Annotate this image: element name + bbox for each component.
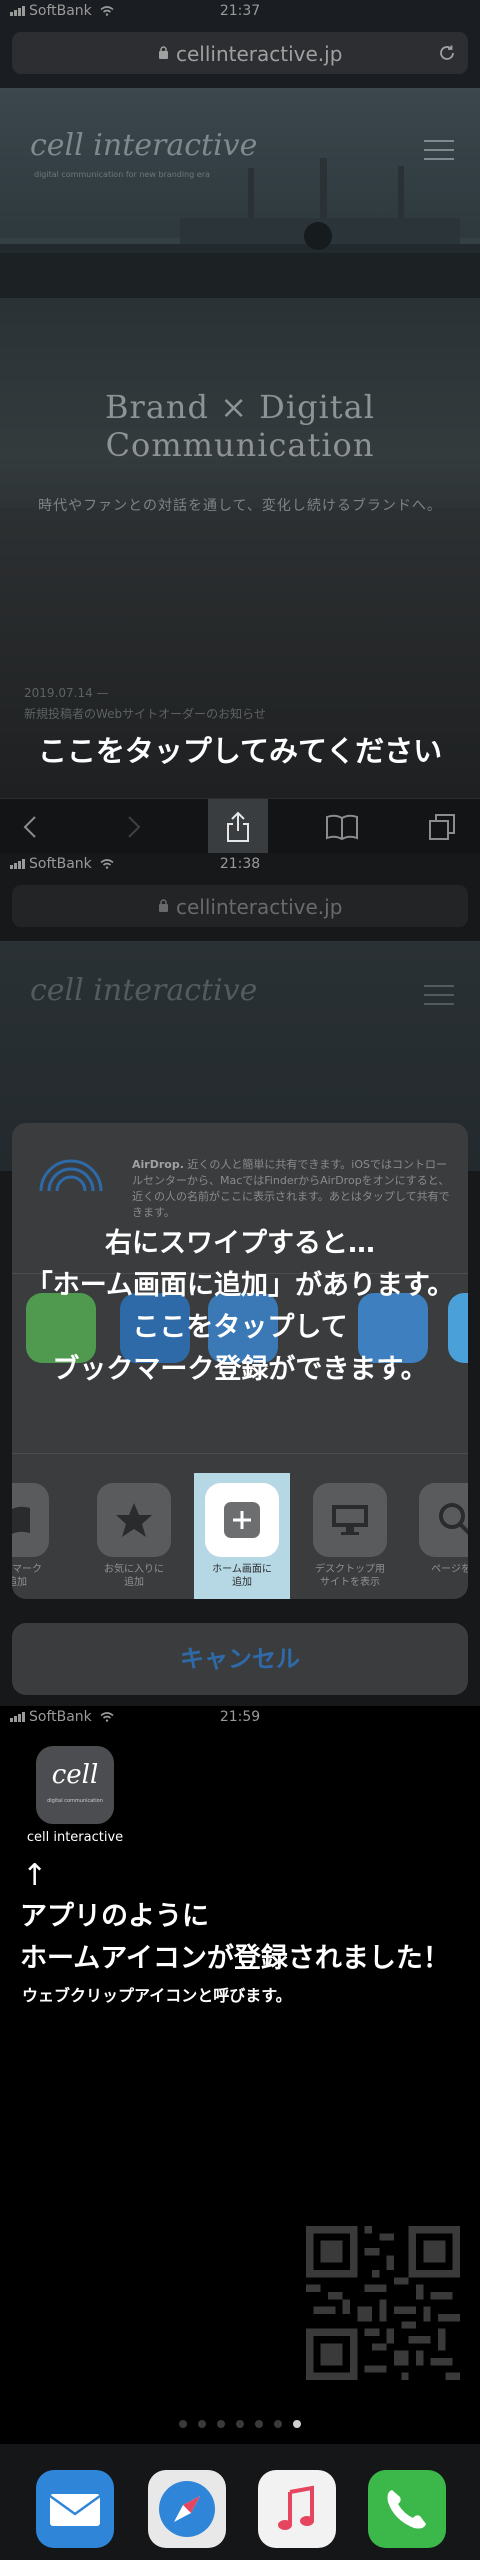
status-time: 21:37: [219, 3, 261, 19]
result-subcaption: ウェブクリップアイコンと呼びます。: [22, 1986, 292, 2005]
dock: [0, 2444, 480, 2560]
browser-screenshot-1: SoftBank 21:37 cellinteractive.jp cell i…: [0, 0, 480, 853]
desktop-icon: [332, 1505, 368, 1535]
find-on-page-action[interactable]: ページを検: [408, 1483, 468, 1576]
hero-headline: Brand × Digital Communication: [105, 388, 375, 464]
action-label: デスクトップ用 サイトを表示: [315, 1564, 385, 1588]
back-button[interactable]: [0, 799, 60, 853]
webclip-app-icon[interactable]: cell digital communication: [36, 1746, 114, 1824]
lock-icon: [159, 899, 168, 912]
airdrop-description: AirDrop. 近くの人と簡単に共有できます。iOSではコントロールセンターか…: [132, 1158, 450, 1219]
music-app-icon[interactable]: [258, 2470, 336, 2548]
phone-icon: [387, 2490, 426, 2529]
address-bar[interactable]: cellinteractive.jp: [12, 32, 468, 74]
swipe-hint-caption: 右にスワイプすると… 「ホーム画面に追加」があります。 ここをタップして ブック…: [25, 1228, 455, 1385]
book-icon: [12, 1506, 30, 1534]
chevron-right-icon: [128, 815, 141, 838]
share-button[interactable]: [208, 799, 268, 853]
action-label: お気に入りに 追加: [104, 1564, 164, 1588]
qr-code-image: [306, 2226, 460, 2380]
tabs-button[interactable]: [412, 799, 472, 853]
site-logo: cell interactive: [30, 973, 258, 1008]
status-time: 21:38: [219, 856, 261, 872]
url-text: cellinteractive.jp: [176, 895, 343, 919]
compass-icon: [159, 2481, 215, 2537]
webclip-app-label: cell interactive: [26, 1830, 124, 1845]
chevron-left-icon: [23, 815, 36, 838]
site-logo[interactable]: cell interactive: [30, 128, 257, 163]
desktop-site-action[interactable]: デスクトップ用 サイトを表示: [302, 1483, 398, 1589]
address-bar[interactable]: cellinteractive.jp: [12, 885, 468, 927]
bookmarks-button[interactable]: [312, 799, 372, 853]
status-bar: SoftBank 21:37: [0, 0, 480, 24]
action-label: ブックマーク を追加: [12, 1564, 42, 1588]
arrow-up-icon: ↑: [22, 1858, 48, 1893]
reload-icon[interactable]: [438, 44, 456, 62]
home-screen-screenshot: SoftBank 21:59 cell digital communicatio…: [0, 1706, 480, 2560]
action-label: ページを検: [431, 1564, 468, 1575]
mail-app-icon[interactable]: [36, 2470, 114, 2548]
action-label: ホーム画面に 追加: [212, 1564, 272, 1588]
music-note-icon: [278, 2485, 314, 2530]
browser-screenshot-2: SoftBank 21:38 cellinteractive.jp cell i…: [0, 853, 480, 1706]
search-icon: [439, 1503, 468, 1535]
status-bar: SoftBank 21:59: [0, 1706, 480, 1730]
book-icon: [326, 814, 358, 840]
airdrop-icon: [36, 1159, 106, 1223]
tabs-icon: [429, 813, 455, 840]
browser-toolbar: [0, 798, 480, 853]
status-time: 21:59: [219, 1709, 261, 1725]
share-actions: ブックマーク を追加 お気に入りに 追加 ホーム画面に 追加 デスクトップ用 サ…: [12, 1473, 468, 1599]
menu-icon[interactable]: [424, 140, 454, 167]
add-favorite-action[interactable]: お気に入りに 追加: [86, 1483, 182, 1589]
tap-hint-caption: ここをタップしてみてください: [37, 734, 443, 768]
envelope-icon: [49, 2494, 101, 2526]
lock-icon: [159, 46, 168, 59]
webclip-logo: cell: [51, 1760, 99, 1790]
webclip-logo-sub: digital communication: [47, 1798, 103, 1804]
news-link[interactable]: 新規投稿者のWebサイトオーダーのお知らせ: [24, 705, 266, 722]
status-bar: SoftBank 21:38: [0, 853, 480, 877]
plus-square-icon: [224, 1502, 260, 1538]
cancel-button[interactable]: キャンセル: [12, 1623, 468, 1695]
forward-button[interactable]: [104, 799, 164, 853]
safari-app-icon[interactable]: [148, 2470, 226, 2548]
result-caption: アプリのように ホームアイコンが登録されました！: [20, 1901, 450, 1974]
menu-icon: [424, 985, 454, 1012]
hero-tagline: 時代やファンとの対話を通して、変化し続けるブランドへ。: [38, 498, 442, 514]
page-indicator[interactable]: [0, 2420, 480, 2428]
add-to-home-screen-action[interactable]: ホーム画面に 追加: [194, 1473, 290, 1599]
share-icon: [227, 811, 249, 842]
add-bookmark-action[interactable]: ブックマーク を追加: [12, 1483, 60, 1589]
hero-image: cell interactive digital communication f…: [0, 88, 480, 798]
phone-app-icon[interactable]: [368, 2470, 446, 2548]
news-date: 2019.07.14 —: [24, 686, 109, 700]
url-text: cellinteractive.jp: [176, 42, 343, 66]
site-logo-sub: digital communication for new branding e…: [34, 170, 210, 179]
city-skyline-image: [0, 158, 480, 262]
star-icon: [116, 1503, 152, 1537]
